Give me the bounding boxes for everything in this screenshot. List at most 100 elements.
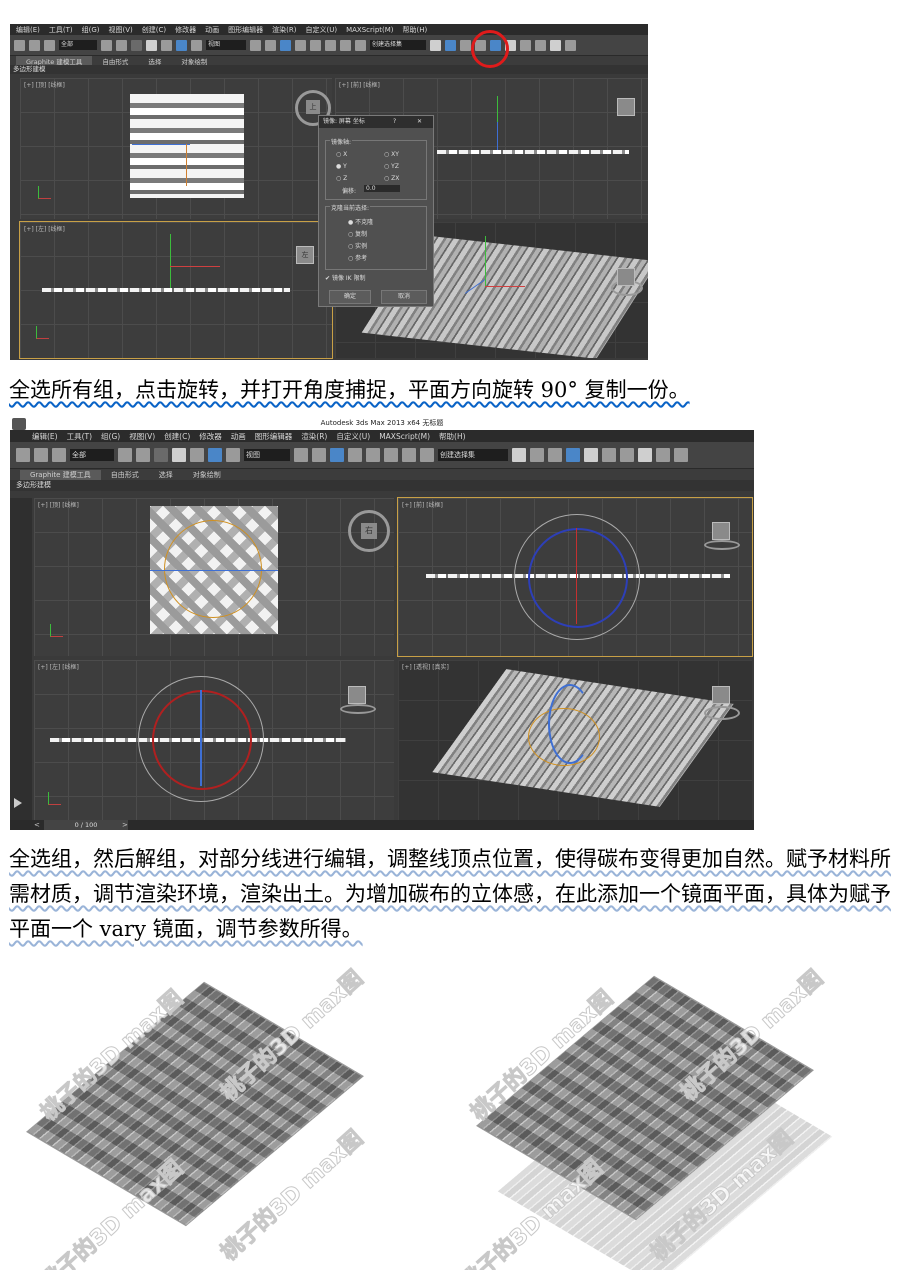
rect-select-icon[interactable] — [154, 448, 168, 462]
mirror-ik-checkbox[interactable]: ✔ 镜像 IK 限制 — [325, 273, 365, 282]
link-icon[interactable] — [16, 448, 30, 462]
scale-icon[interactable] — [226, 448, 240, 462]
snap-3d-icon[interactable] — [348, 448, 362, 462]
viewcube-icon[interactable] — [617, 98, 635, 116]
help-button[interactable]: ? — [393, 116, 396, 128]
align-icon[interactable] — [445, 39, 456, 51]
pivot-icon[interactable] — [294, 448, 308, 462]
menu-item-5[interactable]: 修改器 — [199, 431, 222, 442]
menu-item-4[interactable]: 创建(C) — [164, 431, 190, 442]
mirror-icon[interactable] — [512, 448, 526, 462]
menu-item-7[interactable]: 图形编辑器 — [228, 25, 263, 35]
render-frame-icon[interactable] — [656, 448, 670, 462]
instance-radio[interactable]: ○ 实例 — [348, 241, 367, 250]
ribbon-tab-3[interactable]: 对象绘制 — [171, 56, 217, 66]
menu-item-3[interactable]: 视图(V) — [129, 431, 155, 442]
edit-named-selection-icon[interactable] — [355, 39, 366, 51]
reference-coord-select[interactable]: 视图 — [206, 40, 246, 50]
ribbon-tab-2[interactable]: 选择 — [149, 470, 183, 480]
select-icon[interactable] — [101, 39, 112, 51]
select-icon[interactable] — [118, 448, 132, 462]
time-slider[interactable]: 0 / 100 — [44, 820, 128, 830]
curve-editor-icon[interactable] — [584, 448, 598, 462]
menu-item-6[interactable]: 动画 — [205, 25, 219, 35]
layer-icon[interactable] — [548, 448, 562, 462]
ribbon-tab-0[interactable]: Graphite 建模工具 — [16, 56, 93, 65]
close-icon[interactable]: ✕ — [417, 116, 422, 128]
selection-filter-select[interactable]: 全部 — [70, 449, 114, 461]
named-selection-select[interactable]: 创建选择集 — [438, 449, 508, 461]
move-icon[interactable] — [190, 448, 204, 462]
copy-radio[interactable]: ○ 复制 — [348, 229, 367, 238]
select-by-name-icon[interactable] — [136, 448, 150, 462]
cancel-button[interactable]: 取消 — [381, 290, 427, 304]
ribbon-tab-0[interactable]: Graphite 建模工具 — [20, 469, 101, 480]
schematic-icon[interactable] — [602, 448, 616, 462]
render-setup-icon[interactable] — [638, 448, 652, 462]
menu-item-11[interactable]: 帮助(H) — [439, 431, 466, 442]
menu-item-9[interactable]: 自定义(U) — [305, 25, 337, 35]
menu-item-2[interactable]: 组(G) — [101, 431, 120, 442]
menu-item-1[interactable]: 工具(T) — [49, 25, 73, 35]
layer-icon[interactable] — [460, 39, 471, 51]
viewcube-icon[interactable] — [617, 268, 635, 286]
keyboard-shortcut-icon[interactable] — [330, 448, 344, 462]
render-icon[interactable] — [565, 39, 576, 51]
viewcube-ring[interactable] — [704, 706, 740, 720]
select-manipulate-icon[interactable] — [312, 448, 326, 462]
align-icon[interactable] — [530, 448, 544, 462]
unlink-icon[interactable] — [29, 39, 40, 51]
percent-snap-icon[interactable] — [384, 448, 398, 462]
menu-item-10[interactable]: MAXScript(M) — [379, 432, 430, 441]
rect-select-icon[interactable] — [131, 39, 142, 51]
bind-icon[interactable] — [44, 39, 55, 51]
render-icon[interactable] — [674, 448, 688, 462]
spinner-snap-icon[interactable] — [402, 448, 416, 462]
edit-named-selection-icon[interactable] — [420, 448, 434, 462]
ribbon-tab-2[interactable]: 选择 — [138, 56, 171, 66]
keyboard-shortcut-icon[interactable] — [280, 39, 291, 51]
snap-3d-icon[interactable] — [295, 39, 306, 51]
render-setup-icon[interactable] — [535, 39, 546, 51]
timeline-prev-icon[interactable]: < — [34, 820, 40, 830]
menu-item-7[interactable]: 图形编辑器 — [255, 431, 293, 442]
ribbon-toggle-icon[interactable] — [566, 448, 580, 462]
viewcube-face[interactable]: 左 — [296, 246, 314, 264]
axis-x-radio[interactable]: ○ X — [336, 151, 347, 158]
pivot-icon[interactable] — [250, 39, 261, 51]
timeline[interactable]: < 0 / 100 > — [10, 820, 754, 830]
viewport-top[interactable]: [+] [顶] [线框] 右 — [34, 498, 394, 656]
angle-snap-icon[interactable] — [310, 39, 321, 51]
play-icon[interactable] — [14, 798, 22, 808]
mirror-icon[interactable] — [430, 39, 441, 51]
unlink-icon[interactable] — [34, 448, 48, 462]
viewport-top[interactable]: [+] [顶] [线框] 上 — [20, 78, 332, 219]
viewcube-icon[interactable] — [712, 522, 730, 540]
menu-item-4[interactable]: 创建(C) — [142, 25, 166, 35]
rotate-icon[interactable] — [176, 39, 187, 51]
viewport-perspective[interactable]: [+] [透视] [真实] — [398, 660, 752, 820]
ribbon-tab-3[interactable]: 对象绘制 — [183, 470, 231, 480]
menu-item-10[interactable]: MAXScript(M) — [346, 26, 393, 34]
menu-item-0[interactable]: 编辑(E) — [16, 25, 40, 35]
viewport-front[interactable]: [+] [前] [线框] — [397, 497, 753, 657]
material-editor-icon[interactable] — [620, 448, 634, 462]
axis-z-radio[interactable]: ○ Z — [336, 175, 347, 182]
link-icon[interactable] — [14, 39, 25, 51]
viewport-left[interactable]: [+] [左] [线框] 左 — [19, 221, 333, 359]
menu-item-0[interactable]: 编辑(E) — [32, 431, 58, 442]
offset-spinner[interactable]: 0.0 — [364, 185, 400, 192]
percent-snap-icon[interactable] — [325, 39, 336, 51]
viewcube-ring[interactable] — [704, 540, 740, 550]
axis-zx-radio[interactable]: ○ ZX — [384, 175, 399, 182]
viewcube-face[interactable]: 右 — [361, 523, 377, 539]
window-crossing-icon[interactable] — [172, 448, 186, 462]
viewcube-ring[interactable] — [340, 704, 376, 714]
viewcube-icon[interactable] — [348, 686, 366, 704]
select-by-name-icon[interactable] — [116, 39, 127, 51]
move-icon[interactable] — [161, 39, 172, 51]
menu-item-1[interactable]: 工具(T) — [67, 431, 92, 442]
no-clone-radio[interactable]: ● 不克隆 — [348, 217, 373, 226]
material-editor-icon[interactable] — [520, 39, 531, 51]
viewcube-icon[interactable] — [712, 686, 730, 704]
